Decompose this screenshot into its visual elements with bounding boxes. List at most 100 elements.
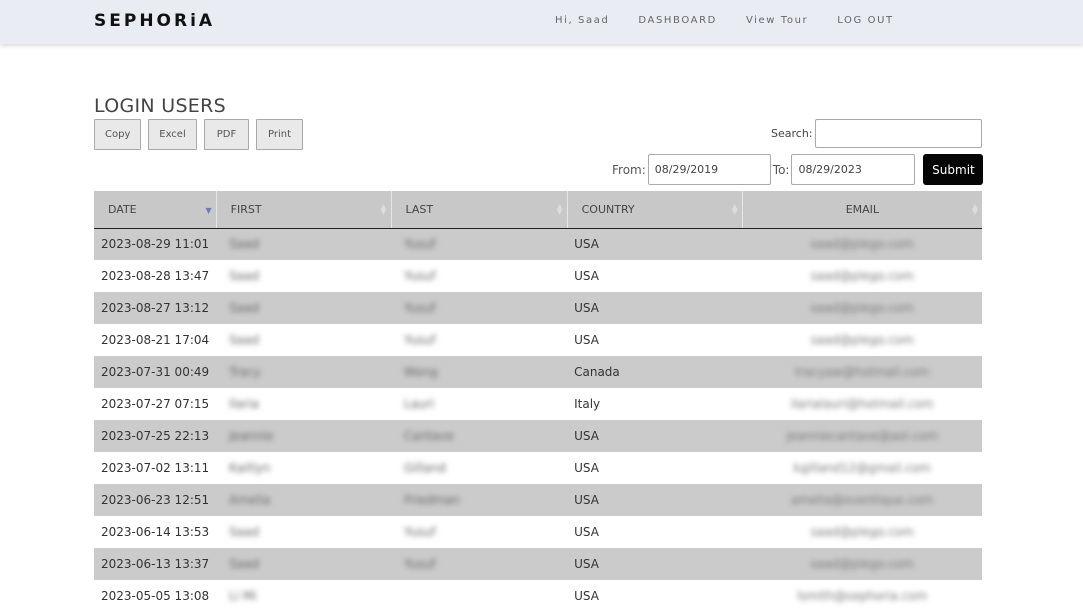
- cell-date-text: 2023-07-31 00:49: [101, 365, 210, 379]
- column-header-first[interactable]: FIRST ▲ ▼: [216, 191, 392, 229]
- cell-first-text: Li Mi: [229, 589, 257, 603]
- cell-last: Yusuf: [391, 260, 568, 292]
- cell-first-text: Ilaria: [229, 397, 259, 411]
- cell-last: Cantave: [391, 420, 568, 452]
- sort-desc-icon: ▼: [205, 206, 212, 215]
- cell-last: Yusuf: [391, 324, 568, 356]
- cell-email-text: saad@plego.com: [810, 237, 914, 252]
- cell-first: Tracy: [216, 356, 392, 388]
- cell-country: USA: [567, 548, 743, 580]
- cell-last: [391, 580, 568, 612]
- cell-country: USA: [567, 260, 743, 292]
- cell-date: 2023-07-27 07:15: [94, 388, 217, 420]
- cell-last: Yusuf: [391, 228, 568, 260]
- cell-last: Wong: [391, 356, 568, 388]
- from-label: From:: [612, 162, 646, 177]
- cell-last-text: Gilland: [404, 461, 446, 475]
- cell-email-text: lsmith@sephoria.com: [797, 589, 928, 603]
- cell-last: Friedman: [391, 484, 568, 516]
- table-body: 2023-08-29 11:01 Saad Yusuf USA saad@plego.c…: [94, 228, 982, 612]
- cell-email-text: ilarialauri@hotmail.com: [790, 397, 934, 411]
- cell-country: USA: [567, 484, 743, 516]
- cell-first-text: Saad: [229, 237, 260, 252]
- nav-view-tour[interactable]: View Tour: [746, 15, 808, 26]
- cell-first: Saad: [216, 548, 392, 580]
- cell-email: saad@plego.com: [742, 228, 982, 260]
- brand-logo[interactable]: SEPHORiA: [94, 11, 215, 31]
- cell-email-text: saad@plego.com: [810, 301, 914, 315]
- table-header-row: DATE ▼ FIRST ▲ ▼ LAST ▲ ▼ COUNTRY ▲ ▼ EMAIL ▲ ▼: [94, 191, 982, 229]
- export-buttons: Copy Excel PDF Print: [94, 119, 303, 150]
- to-date-input[interactable]: [791, 154, 916, 185]
- cell-country: Canada: [567, 356, 743, 388]
- table-row[interactable]: 2023-05-05 13:08 Li Mi USA lsmith@sephoria.…: [94, 580, 982, 612]
- cell-date: 2023-08-21 17:04: [94, 324, 217, 356]
- cell-date-text: 2023-07-25 22:13: [101, 429, 210, 443]
- table-row[interactable]: 2023-08-29 11:01 Saad Yusuf USA saad@plego.c…: [94, 228, 982, 260]
- excel-button[interactable]: Excel: [148, 119, 197, 150]
- page-title: LOGIN USERS: [94, 95, 226, 117]
- cell-date-text: 2023-08-21 17:04: [101, 333, 210, 347]
- cell-first-text: Saad: [229, 301, 260, 315]
- cell-email: tracyaw@hotmail.com: [742, 356, 982, 388]
- cell-last: Yusuf: [391, 548, 568, 580]
- nav-dashboard[interactable]: DASHBOARD: [638, 15, 717, 26]
- cell-date: 2023-05-05 13:08: [94, 580, 217, 612]
- cell-last-text: Yusuf: [404, 237, 436, 252]
- table-row[interactable]: 2023-08-28 13:47 Saad Yusuf USA saad@plego.c…: [94, 260, 982, 292]
- cell-date-text: 2023-05-05 13:08: [101, 589, 210, 603]
- column-header-email[interactable]: EMAIL ▲ ▼: [742, 191, 982, 229]
- cell-country: Italy: [567, 388, 743, 420]
- cell-last-text: Cantave: [404, 429, 454, 443]
- table-row[interactable]: 2023-08-27 13:12 Saad Yusuf USA saad@plego.c…: [94, 292, 982, 324]
- cell-country: USA: [567, 420, 743, 452]
- cell-first: Saad: [216, 260, 392, 292]
- sort-both-icon: ▲ ▼: [971, 202, 978, 216]
- cell-date-text: 2023-07-02 13:11: [101, 461, 210, 475]
- table-row[interactable]: 2023-06-14 13:53 Saad Yusuf USA saad@plego.c…: [94, 516, 982, 548]
- cell-country-text: USA: [574, 461, 599, 475]
- table-row[interactable]: 2023-06-23 12:51 Amelia Friedman USA amelia@…: [94, 484, 982, 516]
- cell-first-text: Saad: [229, 333, 260, 347]
- print-button[interactable]: Print: [256, 119, 303, 150]
- cell-first-text: Jeannie: [229, 429, 274, 443]
- cell-first-text: Kaitlyn: [229, 461, 271, 475]
- nav-greeting[interactable]: Hi, Saad: [555, 15, 609, 26]
- pdf-button[interactable]: PDF: [204, 119, 249, 150]
- submit-button[interactable]: Submit: [923, 154, 984, 185]
- cell-first: Saad: [216, 324, 392, 356]
- from-date-input[interactable]: [647, 154, 771, 185]
- table-row[interactable]: 2023-07-02 13:11 Kaitlyn Gilland USA kgillan…: [94, 452, 982, 484]
- cell-email-text: kgilland12@gmail.com: [793, 461, 931, 475]
- cell-country: USA: [567, 228, 743, 260]
- login-users-table: DATE ▼ FIRST ▲ ▼ LAST ▲ ▼ COUNTRY ▲ ▼ EMAIL ▲ ▼ 2…: [94, 191, 982, 612]
- cell-email-text: saad@plego.com: [810, 525, 914, 539]
- cell-last: Yusuf: [391, 292, 568, 324]
- column-header-country[interactable]: COUNTRY ▲ ▼: [567, 191, 743, 229]
- copy-button[interactable]: Copy: [94, 119, 141, 150]
- nav-links: Hi, Saad DASHBOARD View Tour LOG OUT: [555, 15, 923, 26]
- cell-country-text: USA: [574, 493, 599, 507]
- cell-last: Yusuf: [391, 516, 568, 548]
- column-header-date[interactable]: DATE ▼: [94, 191, 217, 229]
- cell-email: lsmith@sephoria.com: [742, 580, 982, 612]
- cell-date: 2023-08-27 13:12: [94, 292, 217, 324]
- search-input[interactable]: [814, 119, 982, 148]
- table-row[interactable]: 2023-06-13 13:37 Saad Yusuf USA saad@plego.c…: [94, 548, 982, 580]
- sort-both-icon: ▲ ▼: [556, 202, 563, 216]
- table-row[interactable]: 2023-07-25 22:13 Jeannie Cantave USA jeannie…: [94, 420, 982, 452]
- cell-email: saad@plego.com: [742, 548, 982, 580]
- cell-last-text: [398, 596, 410, 600]
- to-label: To:: [772, 162, 790, 177]
- table-row[interactable]: 2023-08-21 17:04 Saad Yusuf USA saad@plego.c…: [94, 324, 982, 356]
- cell-last: Lauri: [391, 388, 568, 420]
- table-row[interactable]: 2023-07-27 07:15 Ilaria Lauri Italy ilariala…: [94, 388, 982, 420]
- cell-date: 2023-06-23 12:51: [94, 484, 217, 516]
- cell-country-text: Canada: [574, 365, 620, 379]
- cell-date: 2023-06-13 13:37: [94, 548, 217, 580]
- cell-last-text: Yusuf: [404, 557, 436, 571]
- table-row[interactable]: 2023-07-31 00:49 Tracy Wong Canada tracyaw@h…: [94, 356, 982, 388]
- nav-log-out[interactable]: LOG OUT: [837, 15, 894, 26]
- cell-email: saad@plego.com: [742, 324, 982, 356]
- column-header-last[interactable]: LAST ▲ ▼: [391, 191, 568, 229]
